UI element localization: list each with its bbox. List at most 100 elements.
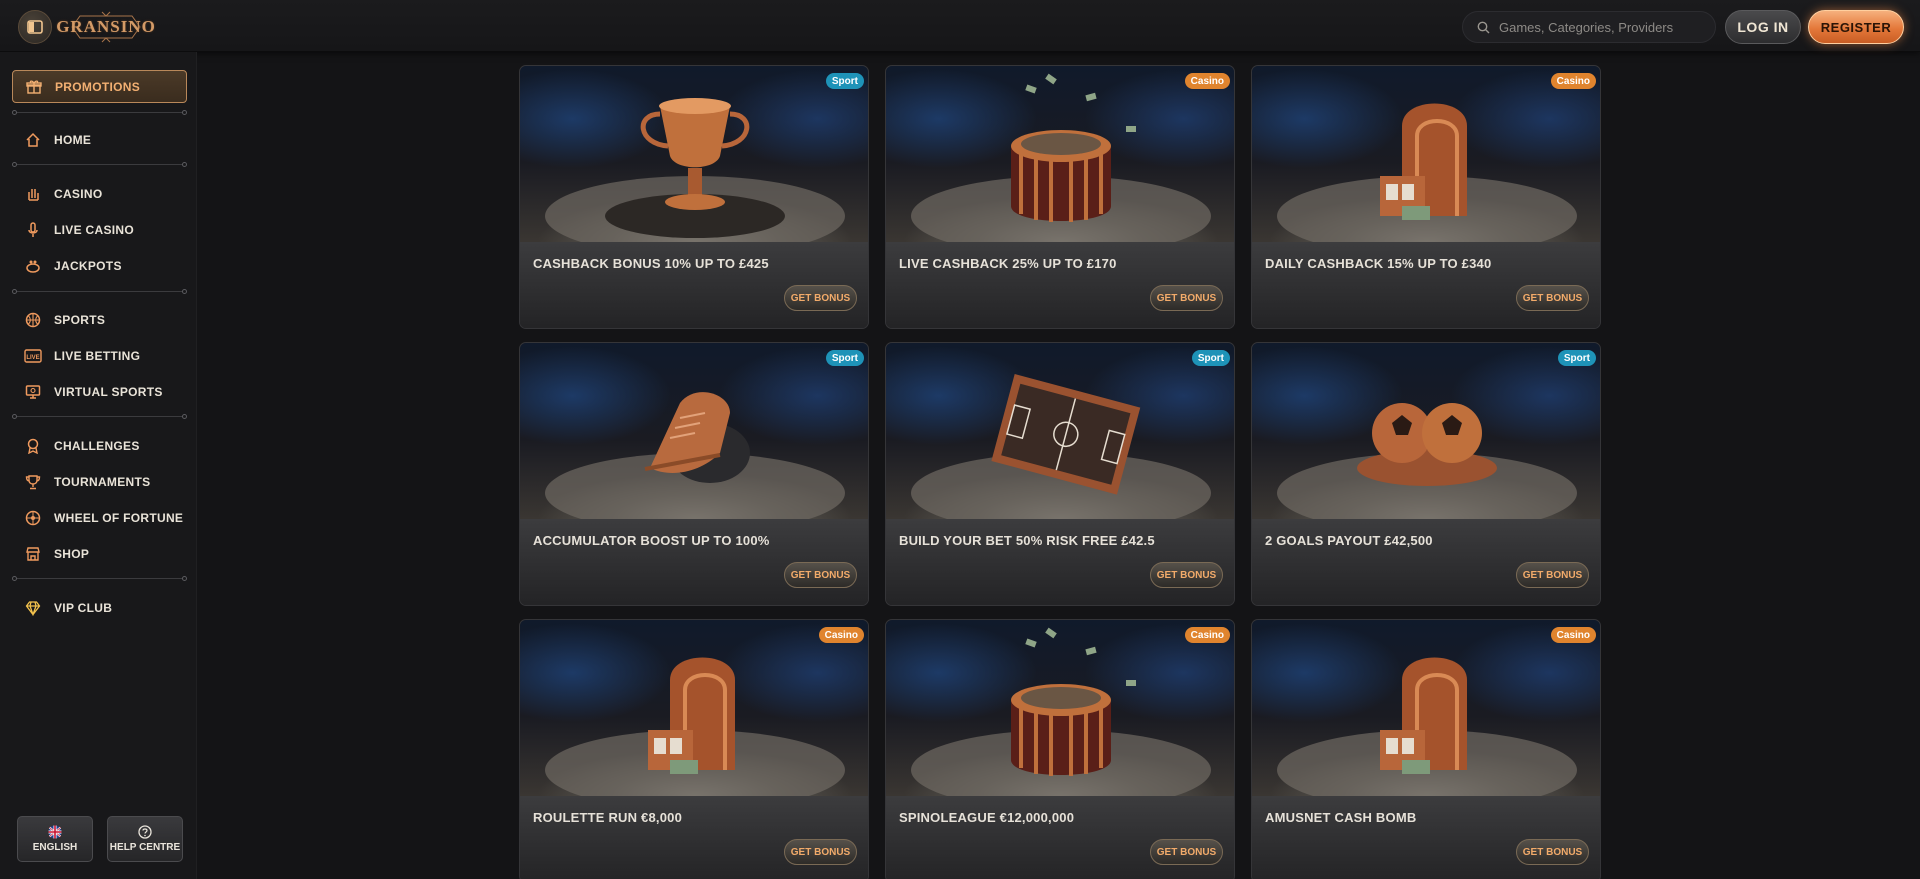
trophy-cup-icon [545,98,845,242]
monitor-icon [24,383,42,401]
promo-title: LIVE CASHBACK 25% UP TO £170 [899,256,1117,271]
trophy-icon [24,473,42,491]
sidebar-divider [12,288,187,295]
promo-card[interactable]: Casino ROULETTE RUN €8,000 GET BONUS [519,619,869,879]
promo-title: CASHBACK BONUS 10% UP TO £425 [533,256,769,271]
category-badge: Sport [1557,350,1596,366]
football-boot-icon [545,392,845,519]
promo-title: SPINOLEAGUE €12,000,000 [899,810,1075,825]
promo-title: DAILY CASHBACK 15% UP TO £340 [1265,256,1492,271]
promo-card[interactable]: Sport BUILD YOUR BET 50% RISK FREE £42.5… [885,342,1235,606]
sidebar-item-virtual-sports[interactable]: VIRTUAL SPORTS [12,378,187,406]
search-input[interactable] [1499,19,1699,35]
promo-card-body: BUILD YOUR BET 50% RISK FREE £42.5 GET B… [886,519,1234,605]
sidebar-item-jackpots[interactable]: JACKPOTS [12,252,187,280]
sidebar-item-shop[interactable]: SHOP [12,540,187,568]
help-centre-button[interactable]: HELP CENTRE [107,816,183,862]
sidebar-item-label: CHALLENGES [54,439,140,453]
category-badge: Sport [825,350,864,366]
jackpot-pot-icon [24,257,42,275]
language-button[interactable]: ENGLISH [17,816,93,862]
slot-machine-icon [1277,657,1577,796]
get-bonus-button[interactable]: GET BONUS [1150,285,1223,311]
category-badge: Sport [825,73,864,89]
slot-machine-icon [1277,103,1577,242]
get-bonus-button[interactable]: GET BONUS [784,839,857,865]
promo-card-body: ACCUMULATOR BOOST UP TO 100% GET BONUS [520,519,868,605]
promo-title: AMUSNET CASH BOMB [1265,810,1417,825]
sidebar-item-vip-club[interactable]: VIP CLUB [12,594,187,622]
sidebar-divider [12,413,187,420]
sidebar-item-live-casino[interactable]: LIVE CASINO [12,216,187,244]
promo-title: 2 GOALS PAYOUT £42,500 [1265,533,1433,548]
promo-image: Casino [1252,620,1600,796]
promo-card-body: ROULETTE RUN €8,000 GET BONUS [520,796,868,879]
promo-card[interactable]: Casino SPINOLEAGUE €12,000,000 GET BONUS [885,619,1235,879]
promo-card-body: DAILY CASHBACK 15% UP TO £340 GET BONUS [1252,242,1600,328]
sidebar-item-casino[interactable]: CASINO [12,180,187,208]
promo-image: Casino [1252,66,1600,242]
get-bonus-button[interactable]: GET BONUS [1516,839,1589,865]
brand-name: GRANSINO [56,17,156,36]
promo-card[interactable]: Casino LIVE CASHBACK 25% UP TO £170 GET … [885,65,1235,329]
promo-title: ACCUMULATOR BOOST UP TO 100% [533,533,770,548]
login-button[interactable]: LOG IN [1725,10,1801,44]
get-bonus-button[interactable]: GET BONUS [784,285,857,311]
search-bar[interactable] [1462,11,1716,43]
sidebar-item-sports[interactable]: SPORTS [12,306,187,334]
brand-logo[interactable]: GRANSINO [56,10,155,44]
wheel-icon [24,509,42,527]
promo-card-body: LIVE CASHBACK 25% UP TO £170 GET BONUS [886,242,1234,328]
sidebar-item-label: CASINO [54,187,103,201]
sidebar-item-label: LIVE CASINO [54,223,134,237]
promo-card-body: SPINOLEAGUE €12,000,000 GET BONUS [886,796,1234,879]
promo-card[interactable]: Sport ACCUMULATOR BOOST UP TO 100% GET B… [519,342,869,606]
promo-card[interactable]: Casino DAILY CASHBACK 15% UP TO £340 GET… [1251,65,1601,329]
promo-card[interactable]: Casino AMUSNET CASH BOMB GET BONUS [1251,619,1601,879]
live-icon: LIVE [24,347,42,365]
promo-card-body: AMUSNET CASH BOMB GET BONUS [1252,796,1600,879]
promo-card-body: CASHBACK BONUS 10% UP TO £425 GET BONUS [520,242,868,328]
promo-image: Sport [520,66,868,242]
sidebar-toggle-button[interactable] [18,10,52,44]
sidebar-item-label: VIP CLUB [54,601,113,615]
sidebar-item-live-betting[interactable]: LIVE LIVE BETTING [12,342,187,370]
sidebar-item-label: PROMOTIONS [55,79,141,94]
promo-card-body: 2 GOALS PAYOUT £42,500 GET BONUS [1252,519,1600,605]
diamond-icon [24,599,42,617]
sidebar-item-label: WHEEL OF FORTUNE [54,511,184,525]
top-header: GRANSINO LOG IN REGISTER [0,0,1920,52]
category-badge: Casino [1550,73,1596,89]
get-bonus-button[interactable]: GET BONUS [1150,839,1223,865]
casino-hand-icon [24,185,42,203]
svg-text:LIVE: LIVE [26,355,39,361]
promo-image: Sport [520,343,868,519]
search-icon [1477,21,1490,33]
sidebar-divider [12,161,187,168]
sidebar-item-promotions[interactable]: PROMOTIONS [12,70,187,103]
sidebar-divider [12,109,187,116]
tactics-board-icon [911,374,1211,519]
basketball-icon [24,311,42,329]
roulette-wheel-icon [911,627,1211,796]
promo-image: Sport [886,343,1234,519]
help-icon [138,825,152,839]
sidebar-item-label: LIVE BETTING [54,349,141,363]
roulette-wheel-icon [911,73,1211,242]
sidebar-item-tournaments[interactable]: TOURNAMENTS [12,468,187,496]
sidebar-item-label: SHOP [54,547,90,561]
get-bonus-button[interactable]: GET BONUS [784,562,857,588]
get-bonus-button[interactable]: GET BONUS [1516,285,1589,311]
promo-card[interactable]: Sport CASHBACK BONUS 10% UP TO £425 GET … [519,65,869,329]
register-button[interactable]: REGISTER [1808,10,1904,44]
sidebar-divider [12,575,187,582]
get-bonus-button[interactable]: GET BONUS [1150,562,1223,588]
sidebar-item-home[interactable]: HOME [12,126,187,154]
language-label: ENGLISH [32,842,78,853]
promo-card[interactable]: Sport 2 GOALS PAYOUT £42,500 GET BONUS [1251,342,1601,606]
sidebar-item-wheel-of-fortune[interactable]: WHEEL OF FORTUNE [12,504,187,532]
help-centre-label: HELP CENTRE [109,842,181,853]
home-icon [24,131,42,149]
get-bonus-button[interactable]: GET BONUS [1516,562,1589,588]
sidebar-item-challenges[interactable]: CHALLENGES [12,432,187,460]
